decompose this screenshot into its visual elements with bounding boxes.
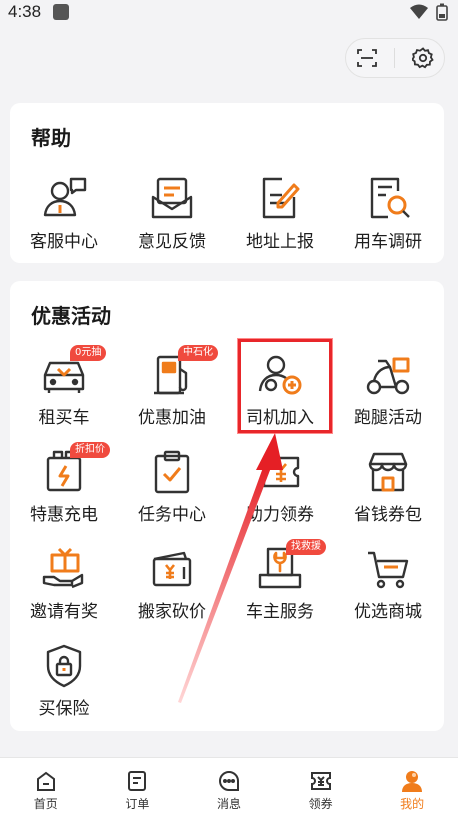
promo-badge: 折扣价 bbox=[70, 442, 110, 458]
help-item-label: 用车调研 bbox=[354, 232, 422, 252]
highlight-box bbox=[238, 339, 332, 433]
user-icon bbox=[402, 771, 423, 792]
scooter-icon bbox=[364, 351, 412, 399]
promo-item-label: 搬家砍价 bbox=[138, 602, 206, 622]
nav-coupons[interactable]: 领券 bbox=[281, 758, 361, 812]
nav-label: 消息 bbox=[216, 797, 241, 811]
promo-item-charging[interactable]: 折扣价 特惠充电 bbox=[10, 442, 118, 538]
survey-icon bbox=[364, 175, 412, 223]
help-item-address-report[interactable]: 地址上报 bbox=[226, 175, 334, 265]
shop-icon bbox=[364, 448, 412, 496]
help-item-label: 地址上报 bbox=[246, 232, 314, 252]
promo-item-boost-coupon[interactable]: 助力领券 bbox=[226, 448, 334, 538]
help-card: 帮助 客服中心 意见反馈 地址上报 用车调研 bbox=[10, 103, 444, 263]
promo-item-moving-bargain[interactable]: 搬家砍价 bbox=[118, 545, 226, 635]
help-item-label: 意见反馈 bbox=[138, 232, 206, 252]
promo-badge: 中石化 bbox=[178, 345, 218, 361]
cart-icon bbox=[364, 545, 412, 593]
coupon-icon bbox=[310, 772, 331, 790]
promo-item-label: 优惠加油 bbox=[138, 408, 206, 428]
task-icon bbox=[148, 448, 196, 496]
nav-label: 领券 bbox=[308, 797, 333, 811]
gear-icon bbox=[412, 47, 434, 69]
promo-item-invite[interactable]: 邀请有奖 bbox=[10, 545, 118, 635]
battery-icon bbox=[436, 3, 448, 21]
status-bar: 4:38 bbox=[0, 0, 458, 24]
car-icon: 0元抽 bbox=[40, 345, 107, 399]
nav-mine[interactable]: 我的 bbox=[372, 758, 452, 812]
status-time: 4:38 bbox=[8, 2, 42, 21]
address-report-icon bbox=[256, 175, 304, 223]
moving-icon bbox=[148, 545, 196, 593]
customer-service-icon bbox=[40, 175, 88, 223]
scan-button[interactable] bbox=[353, 44, 381, 72]
nav-orders[interactable]: 订单 bbox=[97, 758, 177, 812]
promo-badge: 找救援 bbox=[286, 539, 326, 555]
orders-icon bbox=[128, 771, 147, 791]
help-title: 帮助 bbox=[31, 126, 71, 150]
promo-title: 优惠活动 bbox=[31, 304, 111, 328]
wifi-icon bbox=[410, 4, 428, 19]
top-actions bbox=[345, 38, 445, 78]
promo-item-coupon-pack[interactable]: 省钱券包 bbox=[334, 448, 442, 538]
promo-item-label: 任务中心 bbox=[138, 505, 206, 525]
scan-icon bbox=[356, 49, 377, 67]
promo-item-label: 特惠充电 bbox=[30, 505, 98, 525]
coupon-icon bbox=[256, 448, 304, 496]
promo-item-label: 跑腿活动 bbox=[354, 408, 422, 428]
promo-item-task-center[interactable]: 任务中心 bbox=[118, 448, 226, 538]
nav-messages[interactable]: 消息 bbox=[189, 758, 269, 812]
nav-label: 我的 bbox=[400, 797, 425, 811]
shield-icon bbox=[40, 642, 88, 690]
promo-item-insurance[interactable]: 买保险 bbox=[10, 642, 118, 732]
help-item-customer-service[interactable]: 客服中心 bbox=[10, 175, 118, 265]
bottom-nav: 首页 订单 消息 领券 我的 bbox=[0, 757, 458, 820]
promo-item-errand[interactable]: 跑腿活动 bbox=[334, 351, 442, 441]
promo-card: 优惠活动 0元抽 租买车 中石化 优惠加油 司机加入 跑腿活动 折扣价 特惠充电… bbox=[10, 281, 444, 731]
feedback-icon bbox=[148, 175, 196, 223]
promo-item-mall[interactable]: 优选商城 bbox=[334, 545, 442, 635]
home-icon bbox=[36, 771, 55, 791]
charging-icon: 折扣价 bbox=[40, 442, 110, 496]
promo-badge: 0元抽 bbox=[70, 345, 107, 361]
help-item-survey[interactable]: 用车调研 bbox=[334, 175, 442, 265]
message-icon bbox=[218, 770, 239, 791]
promo-item-rent-buy-car[interactable]: 0元抽 租买车 bbox=[10, 345, 118, 441]
nav-label: 订单 bbox=[125, 797, 150, 811]
promo-item-label: 助力领券 bbox=[246, 505, 314, 525]
settings-button[interactable] bbox=[409, 44, 437, 72]
promo-item-label: 车主服务 bbox=[246, 602, 314, 622]
nav-label: 首页 bbox=[33, 797, 58, 811]
promo-item-label: 省钱券包 bbox=[354, 505, 422, 525]
promo-item-label: 买保险 bbox=[38, 699, 90, 719]
promo-item-label: 租买车 bbox=[38, 408, 90, 428]
promo-item-label: 优选商城 bbox=[354, 602, 422, 622]
nav-home[interactable]: 首页 bbox=[6, 758, 86, 812]
divider bbox=[394, 48, 396, 68]
status-icons bbox=[410, 3, 448, 21]
wrench-icon: 找救援 bbox=[256, 539, 326, 593]
fuel-icon: 中石化 bbox=[148, 345, 218, 399]
help-item-feedback[interactable]: 意见反馈 bbox=[118, 175, 226, 265]
promo-item-owner-service[interactable]: 找救援 车主服务 bbox=[226, 539, 334, 635]
promo-item-label: 邀请有奖 bbox=[30, 602, 98, 622]
promo-item-fuel[interactable]: 中石化 优惠加油 bbox=[118, 345, 226, 441]
help-item-label: 客服中心 bbox=[30, 232, 98, 252]
notification-icon bbox=[53, 4, 70, 20]
gift-icon bbox=[40, 545, 88, 593]
